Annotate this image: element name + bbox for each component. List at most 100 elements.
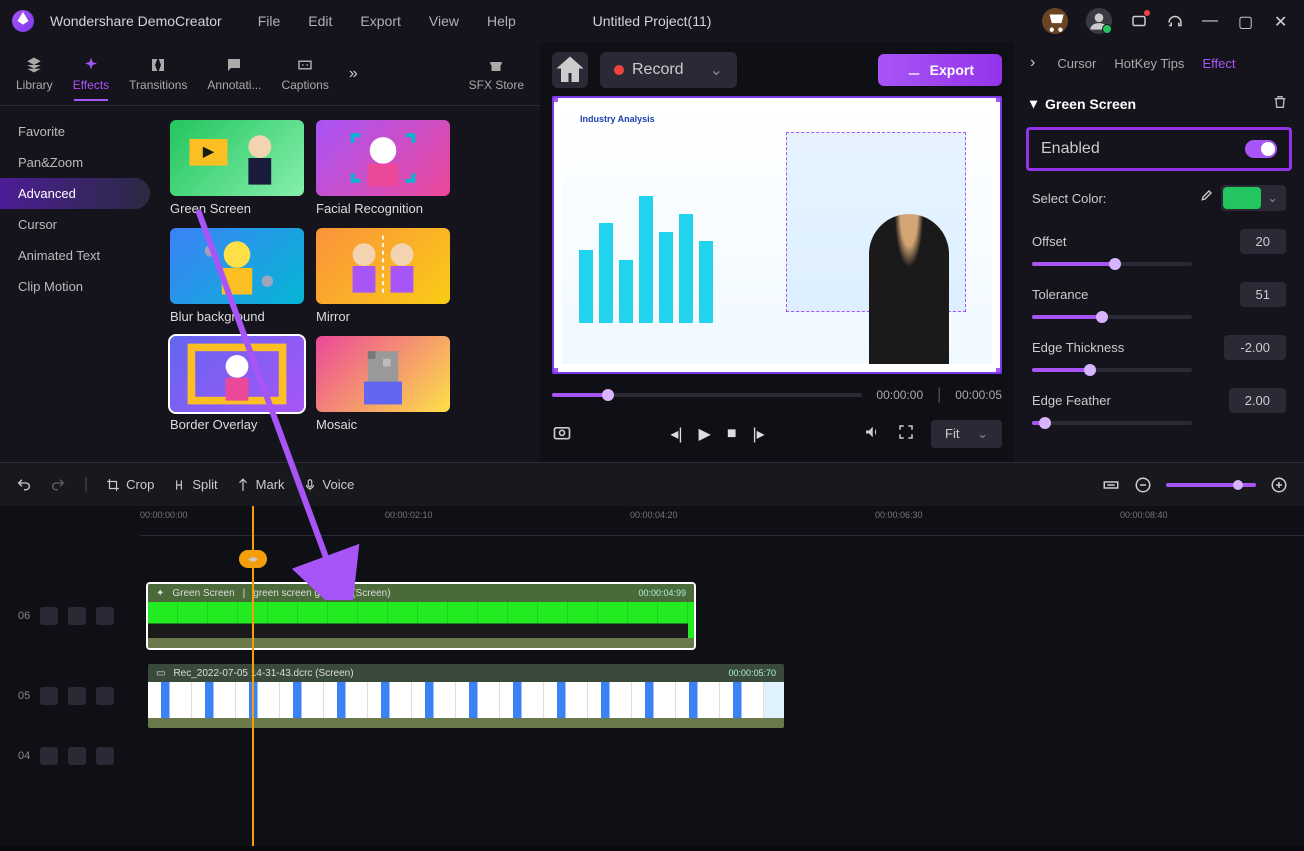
snapshot-button[interactable] xyxy=(552,422,572,447)
chevron-right-icon[interactable]: › xyxy=(1030,54,1035,72)
close-button[interactable]: ✕ xyxy=(1274,12,1292,30)
menu-help[interactable]: Help xyxy=(487,13,516,29)
tab-effects[interactable]: Effects xyxy=(63,48,119,100)
playhead[interactable]: ◂▸ xyxy=(252,506,254,846)
color-swatch[interactable] xyxy=(1223,187,1261,209)
zoom-in-button[interactable] xyxy=(1270,476,1288,494)
tab-transitions[interactable]: Transitions xyxy=(119,48,197,100)
effect-mirror[interactable]: Mirror xyxy=(316,228,450,324)
menu-view[interactable]: View xyxy=(429,13,459,29)
properties-panel: › Cursor HotKey Tips Effect ▾ Green Scre… xyxy=(1014,42,1304,462)
zoom-out-button[interactable] xyxy=(1134,476,1152,494)
home-button[interactable] xyxy=(552,52,588,88)
menu-edit[interactable]: Edit xyxy=(308,13,332,29)
ruler-mark: 00:00:08:40 xyxy=(1120,510,1168,520)
tab-cursor[interactable]: Cursor xyxy=(1057,56,1096,71)
export-button[interactable]: Export xyxy=(878,54,1002,86)
preview-progress[interactable] xyxy=(552,393,862,397)
split-button[interactable]: Split xyxy=(172,477,217,492)
effect-blur-background[interactable]: Blur background xyxy=(170,228,304,324)
eyedropper-icon[interactable] xyxy=(1197,189,1213,208)
tab-library[interactable]: Library xyxy=(6,48,63,100)
offset-value[interactable]: 20 xyxy=(1240,229,1286,254)
effect-mosaic[interactable]: Mosaic xyxy=(316,336,450,432)
user-icon[interactable] xyxy=(1086,8,1112,34)
track-05: 05 ▭ Rec_2022-07-05 14-31-43.dcrc (Scree… xyxy=(140,656,1304,736)
cart-icon[interactable] xyxy=(1042,8,1068,34)
step-back-button[interactable]: ◂| xyxy=(670,424,682,444)
lock-icon[interactable] xyxy=(40,607,58,625)
fullscreen-button[interactable] xyxy=(897,423,915,446)
lock-icon[interactable] xyxy=(40,687,58,705)
caret-down-icon[interactable]: ▾ xyxy=(1030,95,1037,112)
edge-feather-slider[interactable] xyxy=(1032,421,1192,425)
eye-icon[interactable] xyxy=(68,687,86,705)
tolerance-slider[interactable] xyxy=(1032,315,1192,319)
redo-button[interactable] xyxy=(50,477,66,493)
maximize-button[interactable]: ▢ xyxy=(1238,12,1256,30)
trash-icon[interactable] xyxy=(1272,94,1288,113)
clip-duration: 00:00:05:70 xyxy=(728,668,776,678)
effect-green-screen[interactable]: Green Screen xyxy=(170,120,304,216)
enabled-toggle[interactable] xyxy=(1245,140,1277,158)
export-label: Export xyxy=(930,62,974,78)
eye-icon[interactable] xyxy=(68,607,86,625)
fit-dropdown[interactable]: Fit ⌄ xyxy=(931,420,1002,448)
record-button[interactable]: Record ⌄ xyxy=(600,52,737,88)
sidebar-item-panzoom[interactable]: Pan&Zoom xyxy=(0,147,160,178)
effect-facial-recognition[interactable]: Facial Recognition xyxy=(316,120,450,216)
lock-icon[interactable] xyxy=(40,747,58,765)
sidebar-item-advanced[interactable]: Advanced xyxy=(0,178,150,209)
tab-hotkey[interactable]: HotKey Tips xyxy=(1114,56,1184,71)
notification-icon[interactable] xyxy=(1130,12,1148,30)
volume-icon[interactable] xyxy=(863,423,881,446)
tab-annotations[interactable]: Annotati... xyxy=(197,48,271,100)
layers-icon xyxy=(25,56,43,74)
timeline-ruler[interactable]: 00:00:00:00 00:00:02:10 00:00:04:20 00:0… xyxy=(140,506,1304,536)
mute-icon[interactable] xyxy=(96,747,114,765)
mute-icon[interactable] xyxy=(96,607,114,625)
more-tabs-button[interactable]: » xyxy=(339,65,368,83)
edge-feather-label: Edge Feather xyxy=(1032,393,1111,408)
tab-sfx-store[interactable]: SFX Store xyxy=(459,48,534,100)
mute-icon[interactable] xyxy=(96,687,114,705)
sidebar-item-favorite[interactable]: Favorite xyxy=(0,116,160,147)
eye-icon[interactable] xyxy=(68,747,86,765)
mark-button[interactable]: Mark xyxy=(236,477,285,492)
step-forward-button[interactable]: |▸ xyxy=(753,424,765,444)
effect-border-overlay[interactable]: Border Overlay xyxy=(170,336,304,432)
stop-button[interactable]: ■ xyxy=(727,425,737,443)
app-logo xyxy=(12,10,34,32)
clip-name: green screen girl.dcrc (Screen) xyxy=(253,588,390,599)
menu-export[interactable]: Export xyxy=(360,13,400,29)
menu-file[interactable]: File xyxy=(258,13,281,29)
play-button[interactable]: ▶ xyxy=(699,424,711,444)
preview-canvas[interactable]: Industry Analysis xyxy=(552,96,1002,374)
minimize-button[interactable]: — xyxy=(1202,12,1220,30)
chevron-down-icon[interactable]: ⌄ xyxy=(1261,190,1284,206)
edge-thickness-slider[interactable] xyxy=(1032,368,1192,372)
crop-button[interactable]: Crop xyxy=(106,477,154,492)
clip-recording[interactable]: ▭ Rec_2022-07-05 14-31-43.dcrc (Screen) … xyxy=(146,662,786,730)
edge-thickness-value[interactable]: -2.00 xyxy=(1224,335,1286,360)
edge-thickness-label: Edge Thickness xyxy=(1032,340,1124,355)
edge-feather-value[interactable]: 2.00 xyxy=(1229,388,1286,413)
tolerance-value[interactable]: 51 xyxy=(1240,282,1286,307)
sidebar-item-animated-text[interactable]: Animated Text xyxy=(0,240,160,271)
time-current: 00:00:00 xyxy=(876,388,923,402)
tab-effect[interactable]: Effect xyxy=(1202,56,1235,71)
tab-captions[interactable]: Captions xyxy=(271,48,338,100)
sidebar-item-clip-motion[interactable]: Clip Motion xyxy=(0,271,160,302)
effect-label: Blur background xyxy=(170,309,304,324)
voice-label: Voice xyxy=(323,477,355,492)
fit-timeline-button[interactable] xyxy=(1102,476,1120,494)
playhead-handle[interactable]: ◂▸ xyxy=(239,550,267,568)
ruler-mark: 00:00:00:00 xyxy=(140,510,188,520)
undo-button[interactable] xyxy=(16,477,32,493)
offset-slider[interactable] xyxy=(1032,262,1192,266)
headset-icon[interactable] xyxy=(1166,12,1184,30)
sidebar-item-cursor[interactable]: Cursor xyxy=(0,209,160,240)
clip-green-screen[interactable]: ✦Green Screen | green screen girl.dcrc (… xyxy=(146,582,696,650)
voice-button[interactable]: Voice xyxy=(303,477,355,492)
zoom-slider[interactable] xyxy=(1166,483,1256,487)
